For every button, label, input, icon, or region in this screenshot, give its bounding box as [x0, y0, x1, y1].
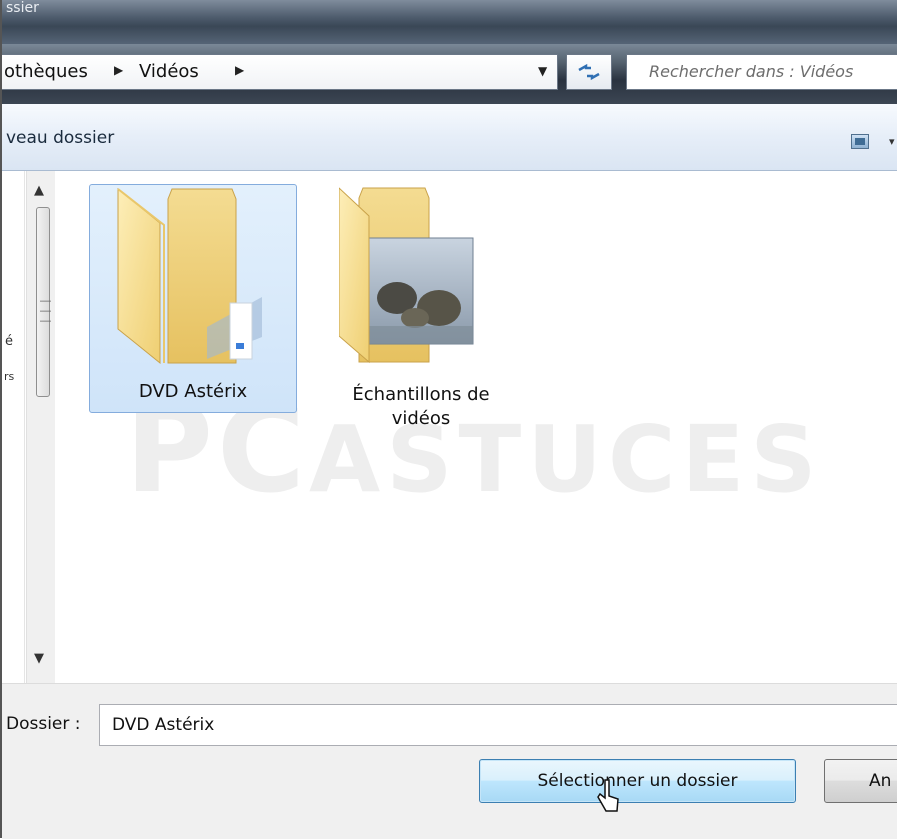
breadcrumb-libraries[interactable]: othèques — [4, 61, 88, 82]
scroll-up-icon[interactable]: ▲ — [34, 183, 44, 198]
new-folder-button[interactable]: veau dossier — [6, 128, 114, 148]
nav-scrollbar[interactable]: ▲ ― ― ― ▼ — [26, 171, 55, 683]
change-view-icon[interactable] — [851, 134, 869, 149]
mouse-cursor-icon — [597, 779, 619, 812]
folder-with-preview-icon — [339, 187, 474, 364]
nav-item-fragment[interactable]: é — [5, 334, 13, 349]
address-dropdown-icon[interactable]: ▼ — [538, 64, 547, 78]
navigation-pane[interactable]: é rs — [2, 171, 25, 683]
folder-content-area[interactable]: PCASTUCES DVD Astérix Échantillons de vi… — [55, 171, 897, 683]
search-placeholder: Rechercher dans : Vidéos — [649, 62, 854, 81]
toolbar: veau dossier ▾ — [2, 104, 897, 171]
title-bar[interactable]: ssier — [2, 0, 897, 44]
view-options-arrow-icon[interactable]: ▾ — [889, 135, 895, 148]
folder-icon — [117, 187, 262, 365]
select-folder-dialog: ssier othèques ▶ Vidéos ▶ ▼ Rechercher d… — [0, 0, 897, 839]
refresh-icon — [578, 63, 600, 81]
cancel-button[interactable]: An — [824, 759, 897, 803]
folder-name-input[interactable] — [99, 704, 897, 746]
folder-label: Échantillons de — [352, 384, 490, 405]
scroll-down-icon[interactable]: ▼ — [34, 651, 44, 666]
address-row: othèques ▶ Vidéos ▶ ▼ Rechercher dans : … — [2, 44, 897, 104]
folder-label: DVD Astérix — [138, 381, 248, 402]
folder-tile-video-samples[interactable]: Échantillons de vidéos — [317, 184, 525, 429]
nav-item-fragment[interactable]: rs — [4, 370, 14, 383]
dialog-footer: Dossier : Sélectionner un dossier An — [2, 683, 897, 839]
scroll-thumb[interactable]: ― ― ― — [36, 207, 51, 397]
folder-tile-dvd-asterix[interactable]: DVD Astérix — [89, 184, 297, 413]
folder-field-label: Dossier : — [6, 714, 81, 734]
search-input[interactable]: Rechercher dans : Vidéos — [626, 54, 897, 90]
breadcrumb-arrow-icon[interactable]: ▶ — [114, 63, 123, 77]
folder-label: vidéos — [391, 408, 451, 429]
window-title: ssier — [6, 0, 39, 16]
select-folder-button[interactable]: Sélectionner un dossier — [479, 759, 796, 803]
refresh-button[interactable] — [566, 54, 612, 90]
scroll-grip-icon: ― ― ― — [40, 294, 51, 327]
main-area: é rs ▲ ― ― ― ▼ PCASTUCES DVD Astérix Éch… — [2, 171, 897, 683]
address-bar[interactable]: othèques ▶ Vidéos ▶ ▼ — [2, 54, 558, 90]
breadcrumb-arrow-icon[interactable]: ▶ — [235, 63, 244, 77]
breadcrumb-videos[interactable]: Vidéos — [139, 61, 199, 82]
